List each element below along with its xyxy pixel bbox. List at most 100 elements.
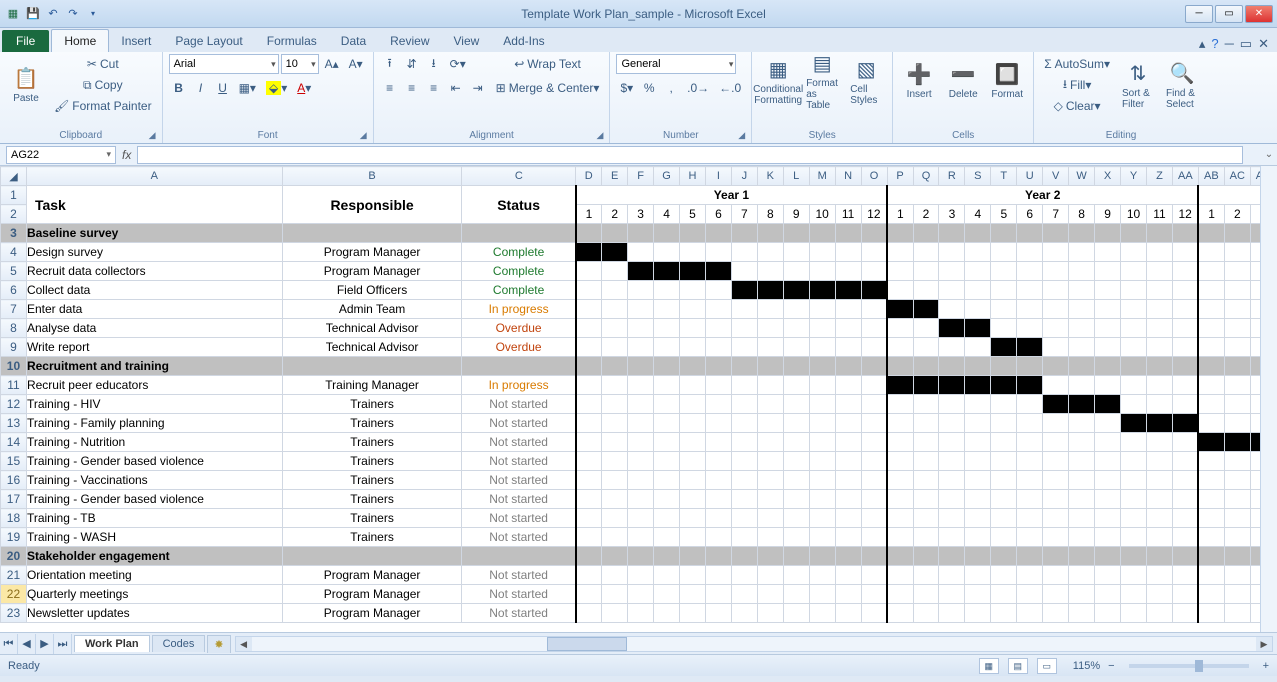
- sheet-tab-codes[interactable]: Codes: [152, 635, 206, 652]
- task-cell[interactable]: Training - WASH: [26, 528, 282, 547]
- inc-decimal-icon[interactable]: .0→: [683, 78, 713, 98]
- gantt-cell[interactable]: [1224, 262, 1250, 281]
- task-cell[interactable]: Analyse data: [26, 319, 282, 338]
- gantt-cell[interactable]: [705, 376, 731, 395]
- gantt-cell[interactable]: [1069, 433, 1095, 452]
- gantt-cell[interactable]: [991, 566, 1017, 585]
- col-header-AA[interactable]: AA: [1172, 167, 1198, 186]
- gantt-cell[interactable]: [1121, 395, 1147, 414]
- gantt-cell[interactable]: [913, 300, 939, 319]
- gantt-cell[interactable]: [809, 243, 835, 262]
- gantt-cell[interactable]: [576, 300, 602, 319]
- gantt-cell[interactable]: [965, 281, 991, 300]
- gantt-cell[interactable]: [731, 414, 757, 433]
- gantt-cell[interactable]: [680, 281, 706, 300]
- gantt-cell[interactable]: [757, 414, 783, 433]
- gantt-cell[interactable]: [731, 300, 757, 319]
- gantt-cell[interactable]: [991, 414, 1017, 433]
- gantt-cell[interactable]: [939, 528, 965, 547]
- gantt-cell[interactable]: [861, 433, 887, 452]
- gantt-cell[interactable]: [628, 338, 654, 357]
- col-header-Z[interactable]: Z: [1146, 167, 1172, 186]
- gantt-cell[interactable]: [861, 604, 887, 623]
- gantt-cell[interactable]: [783, 300, 809, 319]
- wrap-text-button[interactable]: ↩ Wrap Text: [492, 54, 604, 74]
- gantt-cell[interactable]: [680, 604, 706, 623]
- format-painter-button[interactable]: 🖌 Format Painter: [50, 96, 156, 116]
- gantt-cell[interactable]: [939, 604, 965, 623]
- gantt-cell[interactable]: [705, 262, 731, 281]
- gantt-cell[interactable]: [1069, 338, 1095, 357]
- gantt-cell[interactable]: [835, 490, 861, 509]
- gantt-cell[interactable]: [1224, 471, 1250, 490]
- col-header-AC[interactable]: AC: [1224, 167, 1250, 186]
- gantt-cell[interactable]: [576, 262, 602, 281]
- gantt-cell[interactable]: [576, 566, 602, 585]
- gantt-cell[interactable]: [1121, 433, 1147, 452]
- gantt-cell[interactable]: [991, 433, 1017, 452]
- gantt-cell[interactable]: [1121, 528, 1147, 547]
- gantt-cell[interactable]: [835, 585, 861, 604]
- gantt-cell[interactable]: [1146, 471, 1172, 490]
- fill-button[interactable]: ⭳ Fill ▾: [1040, 75, 1114, 95]
- cell-styles-button[interactable]: ▧Cell Styles: [846, 54, 886, 108]
- gantt-cell[interactable]: [576, 604, 602, 623]
- gantt-cell[interactable]: [1146, 338, 1172, 357]
- dec-decimal-icon[interactable]: ←.0: [715, 78, 745, 98]
- copy-button[interactable]: ⧉ Copy: [50, 75, 156, 95]
- gantt-cell[interactable]: [705, 604, 731, 623]
- font-size-combo[interactable]: 10: [281, 54, 319, 74]
- workbook-close-icon[interactable]: ✕: [1258, 36, 1269, 52]
- format-as-table-button[interactable]: ▤Format as Table: [802, 54, 842, 108]
- gantt-cell[interactable]: [913, 262, 939, 281]
- gantt-cell[interactable]: [1121, 319, 1147, 338]
- gantt-cell[interactable]: [654, 395, 680, 414]
- gantt-cell[interactable]: [783, 338, 809, 357]
- gantt-cell[interactable]: [1224, 319, 1250, 338]
- gantt-cell[interactable]: [1069, 300, 1095, 319]
- task-cell[interactable]: Enter data: [26, 300, 282, 319]
- gantt-cell[interactable]: [1095, 509, 1121, 528]
- gantt-cell[interactable]: [887, 281, 913, 300]
- gantt-cell[interactable]: [1146, 490, 1172, 509]
- gantt-cell[interactable]: [887, 490, 913, 509]
- gantt-cell[interactable]: [861, 566, 887, 585]
- gantt-cell[interactable]: [1069, 490, 1095, 509]
- align-bottom-icon[interactable]: ⭳: [424, 54, 444, 74]
- gantt-cell[interactable]: [1017, 452, 1043, 471]
- gantt-cell[interactable]: [809, 433, 835, 452]
- orientation-icon[interactable]: ⟳▾: [446, 54, 470, 74]
- gantt-cell[interactable]: [835, 471, 861, 490]
- gantt-cell[interactable]: [1095, 395, 1121, 414]
- align-left-icon[interactable]: ≡: [380, 78, 400, 98]
- status-cell[interactable]: Overdue: [462, 338, 576, 357]
- gantt-cell[interactable]: [1146, 319, 1172, 338]
- gantt-cell[interactable]: [757, 319, 783, 338]
- col-header-H[interactable]: H: [680, 167, 706, 186]
- gantt-cell[interactable]: [809, 376, 835, 395]
- gantt-cell[interactable]: [1017, 433, 1043, 452]
- gantt-cell[interactable]: [861, 319, 887, 338]
- gantt-cell[interactable]: [731, 471, 757, 490]
- zoom-slider[interactable]: [1129, 664, 1249, 668]
- gantt-cell[interactable]: [654, 414, 680, 433]
- task-cell[interactable]: Recruit peer educators: [26, 376, 282, 395]
- gantt-cell[interactable]: [783, 319, 809, 338]
- insert-cells-button[interactable]: ➕Insert: [899, 54, 939, 108]
- gantt-cell[interactable]: [783, 452, 809, 471]
- col-header-AB[interactable]: AB: [1198, 167, 1224, 186]
- gantt-cell[interactable]: [809, 471, 835, 490]
- task-cell[interactable]: Quarterly meetings: [26, 585, 282, 604]
- gantt-cell[interactable]: [1146, 528, 1172, 547]
- gantt-cell[interactable]: [757, 490, 783, 509]
- gantt-cell[interactable]: [731, 604, 757, 623]
- gantt-cell[interactable]: [1043, 433, 1069, 452]
- gantt-cell[interactable]: [1095, 281, 1121, 300]
- gantt-cell[interactable]: [939, 585, 965, 604]
- gantt-cell[interactable]: [887, 452, 913, 471]
- gantt-cell[interactable]: [628, 319, 654, 338]
- gantt-cell[interactable]: [939, 262, 965, 281]
- gantt-cell[interactable]: [680, 395, 706, 414]
- gantt-cell[interactable]: [1095, 319, 1121, 338]
- gantt-cell[interactable]: [705, 338, 731, 357]
